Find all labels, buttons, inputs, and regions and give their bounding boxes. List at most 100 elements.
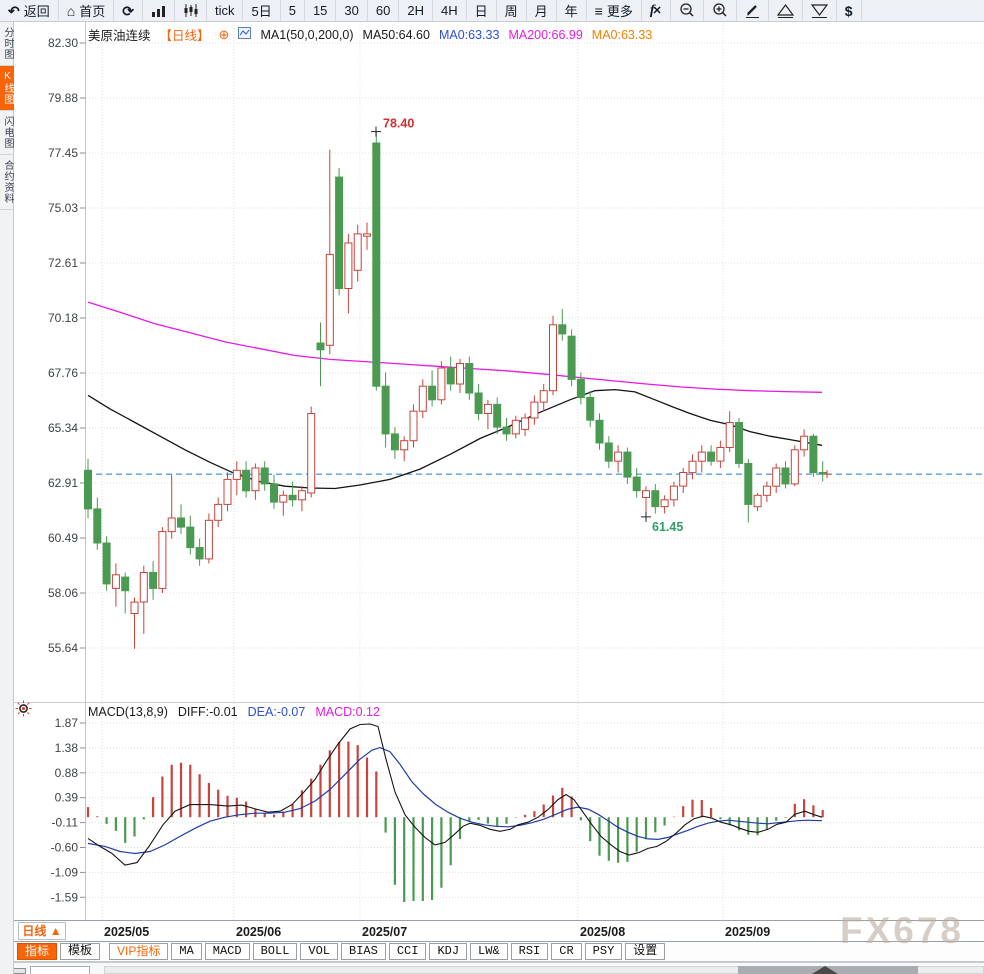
menu-icon: ≡ [594, 2, 603, 19]
indicator-btn-rsi[interactable]: RSI [510, 943, 549, 960]
toolbar-btn-zoom-in[interactable] [704, 0, 737, 21]
ma200-line [87, 301, 823, 393]
sidebar-tab-contract-info[interactable]: 合约资料 [0, 155, 14, 210]
toolbar-btn-chart-type-trend[interactable] [143, 0, 175, 21]
chart-header: 美原油连续 【日线】 ⊕ MA1(50,0,200,0) MA50:64.60 … [88, 25, 652, 44]
candle-body [288, 494, 297, 501]
toolbar-btn-period-4h[interactable]: 4H [433, 0, 467, 21]
toolbar-btn-draw[interactable] [737, 0, 769, 21]
toolbar-btn-label: 5日 [251, 4, 272, 19]
candle-body [232, 469, 241, 480]
indicator-btn-macd[interactable]: MACD [204, 943, 250, 960]
symbol-name: 美原油连续 [88, 29, 151, 43]
indicator-btn-boll[interactable]: BOLL [252, 943, 298, 960]
candle-body [111, 574, 120, 589]
candle-body [428, 385, 437, 401]
indicator-btn-lw[interactable]: LW& [470, 943, 508, 960]
candle-body [344, 242, 353, 289]
sidebar-tab-time-share-chart[interactable]: 分时图 [0, 22, 14, 66]
indicator-btn-cr[interactable]: CR [551, 943, 582, 960]
candle-body [279, 494, 288, 503]
candle-body [735, 422, 743, 464]
toolbar-btn-period-month[interactable]: 月 [527, 0, 557, 21]
price-axis-label: 60.49 [48, 531, 78, 545]
toolbar-btn-label: 15 [312, 3, 328, 18]
period-selector-button[interactable]: 日线 ▲ [18, 922, 66, 940]
toolbar-btn-period-tick[interactable]: tick [207, 0, 244, 21]
sidebar-tab-kline-chart[interactable]: K线图 [0, 66, 14, 111]
candle-body [660, 499, 669, 508]
toolbar-btn-period-30m[interactable]: 30 [336, 0, 368, 21]
x-axis-month-label: 2025/06 [236, 925, 281, 939]
candle-body [697, 451, 706, 462]
toolbar-btn-zoom-out[interactable] [671, 0, 704, 21]
toolbar-btn-triangle-down[interactable] [803, 0, 837, 21]
scrollbar-handle-icon[interactable] [812, 966, 838, 974]
bottom-partial-tab[interactable] [30, 966, 90, 974]
indicator-btn-kdj[interactable]: KDJ [429, 943, 468, 960]
candle-body [149, 572, 158, 589]
toolbar-btn-label: 月 [534, 4, 548, 19]
indicator-btn-cci[interactable]: CCI [388, 943, 427, 960]
candle-body [251, 467, 260, 492]
toolbar-btn-back[interactable]: ↶ 返回 [0, 0, 59, 21]
toolbar-btn-home[interactable]: ⌂ 首页 [59, 0, 115, 21]
candle-body [437, 367, 446, 401]
indicator-btn-indicator[interactable]: 指标 [17, 943, 58, 960]
candle-body [567, 335, 576, 380]
candle-body [511, 419, 520, 435]
candle-body [530, 401, 539, 419]
price-axis-label: 79.88 [48, 91, 78, 105]
candle-body [223, 478, 232, 505]
candle-body [595, 419, 604, 444]
toolbar-btn-triangle-up[interactable] [769, 0, 803, 21]
period-tag: 【日线】 [159, 29, 210, 43]
toolbar-btn-period-2h[interactable]: 2H [399, 0, 433, 21]
candle-body [753, 494, 762, 508]
candle-body [270, 483, 278, 503]
indicator-btn-vol[interactable]: VOL [300, 943, 339, 960]
toolbar-btn-period-5d[interactable]: 5日 [243, 0, 281, 21]
toolbar-btn-more[interactable]: ≡ 更多 [587, 0, 642, 21]
indicator-btn-bias[interactable]: BIAS [341, 943, 386, 960]
toolbar-btn-refresh[interactable]: ⟳ [114, 0, 143, 21]
kline-chart-canvas[interactable]: 82.30 79.88 77.45 75.03 72.61 70.18 67.76 65.34… [0, 22, 984, 941]
toolbar-btn-fx-indicator[interactable]: f✕ [642, 0, 671, 21]
mini-chart-icon[interactable] [238, 27, 252, 42]
candle-body [483, 403, 492, 414]
indicator-btn-vip-indicator[interactable]: VIP指标 [109, 943, 169, 960]
indicator-settings-icon[interactable] [15, 700, 32, 722]
toolbar-btn-period-year[interactable]: 年 [557, 0, 587, 21]
sidebar-tab-lightning-chart[interactable]: 闪电图 [0, 111, 14, 155]
indicator-btn-settings[interactable]: 设置 [625, 943, 666, 960]
macd-macd-value: MACD:0.12 [315, 705, 380, 719]
candle-body [818, 472, 827, 475]
toolbar-btn-period-15m[interactable]: 15 [305, 0, 337, 21]
candle-body [502, 426, 511, 435]
macd-axis-label: -1.09 [51, 865, 79, 879]
toolbar-btn-period-60m[interactable]: 60 [368, 0, 400, 21]
candle-body [93, 508, 102, 544]
toolbar-btn-period-week[interactable]: 周 [497, 0, 527, 21]
ma0-orange-value: MA0:63.33 [591, 27, 653, 42]
toolbar-btn-period-5m[interactable]: 5 [281, 0, 305, 21]
candle-body [762, 485, 771, 496]
triangle-down-icon [810, 3, 828, 18]
toolbar-btn-dollar[interactable]: $ [837, 0, 862, 21]
refresh-icon: ⟳ [122, 2, 134, 19]
indicator-btn-psy[interactable]: PSY [584, 943, 623, 960]
low-annotation: 61.45 [652, 520, 683, 534]
toolbar-btn-chart-type-candle[interactable] [175, 0, 207, 21]
candle-body [688, 460, 697, 474]
candle-body [614, 451, 623, 462]
toolbar-btn-period-day[interactable]: 日 [467, 0, 497, 21]
price-axis-label: 67.76 [48, 366, 78, 380]
zoom-in-icon [712, 3, 728, 18]
add-indicator-icon[interactable]: ⊕ [219, 27, 230, 43]
indicator-btn-ma[interactable]: MA [171, 943, 202, 960]
candle-body [493, 403, 502, 428]
macd-diff-line [87, 723, 823, 866]
bottom-strip [14, 962, 984, 974]
home-icon: ⌂ [66, 2, 76, 19]
indicator-btn-template[interactable]: 模板 [60, 943, 101, 960]
